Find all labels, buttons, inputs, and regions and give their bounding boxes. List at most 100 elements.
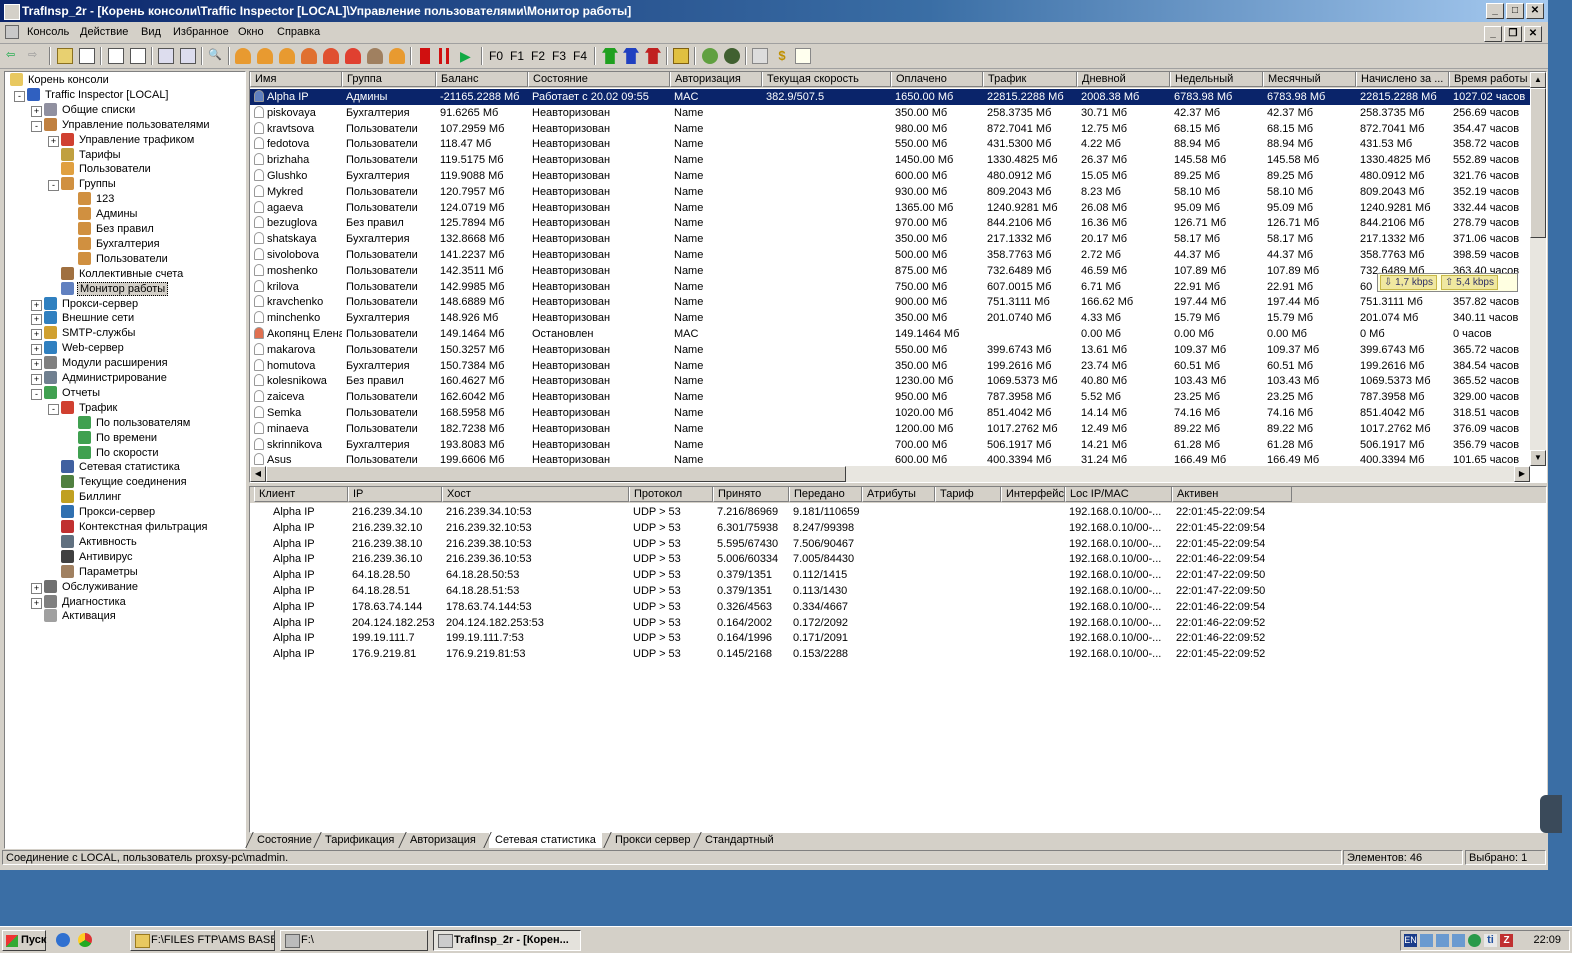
column-header[interactable]: Передано bbox=[789, 487, 862, 502]
tree-item[interactable]: Трафик bbox=[61, 400, 119, 416]
f1-button[interactable]: F1 bbox=[510, 49, 524, 63]
up-folder-icon[interactable] bbox=[57, 48, 73, 64]
collapse-icon[interactable]: - bbox=[48, 180, 59, 192]
tree-item[interactable]: Обслуживание bbox=[44, 579, 140, 595]
expand-icon[interactable]: + bbox=[31, 314, 42, 326]
user-block-icon[interactable] bbox=[345, 48, 361, 64]
tree-item[interactable]: Биллинг bbox=[61, 490, 123, 505]
menu-view[interactable]: Вид bbox=[141, 26, 161, 38]
table-row[interactable]: Alpha IP 199.19.111.7 199.19.111.7:53 UDP >… bbox=[250, 630, 1530, 646]
f0-button[interactable]: F0 bbox=[489, 49, 503, 63]
column-header[interactable]: Активен bbox=[1172, 487, 1292, 502]
column-header[interactable]: Принято bbox=[713, 487, 789, 502]
table-row[interactable]: Alpha IP 204.124.182.253 204.124.182.253:5… bbox=[250, 615, 1530, 631]
column-header[interactable]: Месячный bbox=[1263, 72, 1356, 87]
user-group-icon[interactable] bbox=[367, 48, 383, 64]
play-icon[interactable]: ▶ bbox=[460, 48, 476, 64]
column-header[interactable]: Имя bbox=[250, 72, 342, 87]
tab-3[interactable]: Сетевая статистика bbox=[489, 832, 602, 848]
column-header[interactable]: Время работы bbox=[1449, 72, 1542, 87]
mdi-restore-button[interactable]: ❐ bbox=[1504, 26, 1522, 42]
column-header[interactable]: Недельный bbox=[1170, 72, 1263, 87]
collapse-icon[interactable]: - bbox=[14, 90, 25, 102]
users-vertical-scrollbar[interactable]: ▲ ▼ bbox=[1530, 72, 1546, 466]
console-icon[interactable] bbox=[5, 25, 19, 39]
table-row[interactable]: brizhaha Пользователи 119.5175 Мб Неавториз… bbox=[250, 152, 1530, 168]
tree-item[interactable]: Админы bbox=[78, 207, 139, 222]
taskbar-button-explorer[interactable]: F:\FILES FTP\AMS BASE\... bbox=[130, 930, 275, 951]
tree-item[interactable]: Общие списки bbox=[44, 102, 137, 118]
calculator-icon[interactable] bbox=[752, 48, 768, 64]
table-row[interactable]: sivolobova Пользователи 141.2237 Мб Неавтор… bbox=[250, 247, 1530, 263]
table-row[interactable]: Alpha IP 216.239.36.10 216.239.36.10:53 UDP… bbox=[250, 551, 1530, 567]
table-row[interactable]: Glushko Бухгалтерия 119.9088 Мб Неавторизов… bbox=[250, 168, 1530, 184]
column-header[interactable]: Трафик bbox=[983, 72, 1077, 87]
table-row[interactable]: homutova Бухгалтерия 150.7384 Мб Неавторизо… bbox=[250, 358, 1530, 374]
show-tree-icon[interactable] bbox=[79, 48, 95, 64]
expand-icon[interactable]: + bbox=[48, 135, 59, 147]
table-row[interactable]: kolesnikowa Без правил 160.4627 Мб Неавтори… bbox=[250, 373, 1530, 389]
ti-tray-icon[interactable]: ti bbox=[1484, 934, 1497, 947]
expand-icon[interactable]: + bbox=[31, 582, 42, 594]
column-header[interactable]: Текущая скорость bbox=[762, 72, 891, 87]
tree-item[interactable]: Бухгалтерия bbox=[78, 236, 162, 252]
user-settings-icon[interactable] bbox=[389, 48, 405, 64]
start-button[interactable]: Пуск bbox=[2, 930, 46, 951]
scroll-up-arrow[interactable]: ▲ bbox=[1530, 72, 1546, 88]
export-icon[interactable] bbox=[130, 48, 146, 64]
network3-tray-icon[interactable] bbox=[1452, 934, 1465, 947]
tree-item[interactable]: Управление пользователями bbox=[44, 117, 212, 133]
column-header[interactable]: Loc IP/MAC bbox=[1065, 487, 1172, 502]
title-bar[interactable]: TrafInsp_2r - [Корень консоли\Traffic In… bbox=[0, 0, 1548, 22]
column-header[interactable]: Атрибуты bbox=[862, 487, 935, 502]
close-button[interactable]: ✕ bbox=[1526, 3, 1544, 19]
table-row[interactable]: Alpha IP 178.63.74.144 178.63.74.144:53 UDP… bbox=[250, 599, 1530, 615]
expand-icon[interactable]: + bbox=[31, 597, 42, 609]
table-row[interactable]: kravtsova Пользователи 107.2959 Мб Неавтори… bbox=[250, 121, 1530, 137]
scroll-right-arrow[interactable]: ▶ bbox=[1514, 466, 1530, 482]
search-icon[interactable]: 🔍 bbox=[208, 48, 224, 64]
table-row[interactable]: Alpha IP 64.18.28.51 64.18.28.51:53 UDP > 5… bbox=[250, 583, 1530, 599]
tree-item[interactable]: Монитор работы bbox=[61, 281, 169, 297]
table-row[interactable]: Акопянц Елена Пользователи 149.1464 Мб Оста… bbox=[250, 326, 1530, 342]
collapse-icon[interactable]: - bbox=[31, 388, 42, 400]
tree-item[interactable]: По скорости bbox=[78, 445, 161, 461]
tree-item[interactable]: Web-сервер bbox=[44, 341, 126, 356]
wallet-icon[interactable] bbox=[673, 48, 689, 64]
antivirus-tray-icon[interactable] bbox=[1468, 934, 1481, 947]
table-row[interactable]: krilova Пользователи 142.9985 Мб Неавторизо… bbox=[250, 279, 1530, 295]
pause-icon[interactable] bbox=[439, 48, 449, 64]
tab-1[interactable]: Тарификация bbox=[319, 832, 400, 848]
tree-item[interactable]: Активность bbox=[61, 534, 139, 550]
column-header[interactable]: Тариф bbox=[935, 487, 1001, 502]
expand-icon[interactable]: + bbox=[31, 105, 42, 117]
menu-action[interactable]: Действие bbox=[80, 26, 128, 38]
table-row[interactable]: Alpha IP 216.239.38.10 216.239.38.10:53 UDP… bbox=[250, 536, 1530, 552]
table-row[interactable]: piskovaya Бухгалтерия 91.6265 Мб Неавторизо… bbox=[250, 105, 1530, 121]
menu-help[interactable]: Справка bbox=[277, 26, 320, 38]
column-header[interactable]: Начислено за ... bbox=[1356, 72, 1449, 87]
tree-item[interactable]: По времени bbox=[78, 430, 159, 446]
table-row[interactable]: Mykred Пользователи 120.7957 Мб Неавторизов… bbox=[250, 184, 1530, 200]
app-icon[interactable] bbox=[4, 4, 20, 20]
tree-item[interactable]: Пользователи bbox=[61, 162, 153, 177]
expand-icon[interactable]: + bbox=[31, 359, 42, 371]
tab-0[interactable]: Состояние bbox=[251, 832, 318, 848]
back-arrow-icon[interactable]: ⇦ bbox=[6, 48, 22, 64]
collapse-icon[interactable]: - bbox=[48, 403, 59, 415]
mdi-minimize-button[interactable]: _ bbox=[1484, 26, 1502, 42]
column-header[interactable]: Группа bbox=[342, 72, 436, 87]
network-tray-icon[interactable] bbox=[1420, 934, 1433, 947]
f4-button[interactable]: F4 bbox=[573, 49, 587, 63]
network-icon[interactable] bbox=[702, 48, 718, 64]
menu-console[interactable]: Консоль bbox=[27, 26, 69, 38]
column-header[interactable]: Состояние bbox=[528, 72, 670, 87]
table-row[interactable]: skrinnikova Бухгалтерия 193.8083 Мб Неавтор… bbox=[250, 437, 1530, 453]
column-header[interactable]: Оплачено bbox=[891, 72, 983, 87]
mdi-close-button[interactable]: ✕ bbox=[1524, 26, 1542, 42]
tree-item[interactable]: Отчеты bbox=[44, 385, 102, 401]
tree-item[interactable]: Группы bbox=[61, 177, 118, 192]
blue-shirt-icon[interactable] bbox=[623, 48, 639, 64]
tab-5[interactable]: Стандартный bbox=[699, 832, 780, 848]
table-row[interactable]: Semka Пользователи 168.5958 Мб Неавторизова… bbox=[250, 405, 1530, 421]
